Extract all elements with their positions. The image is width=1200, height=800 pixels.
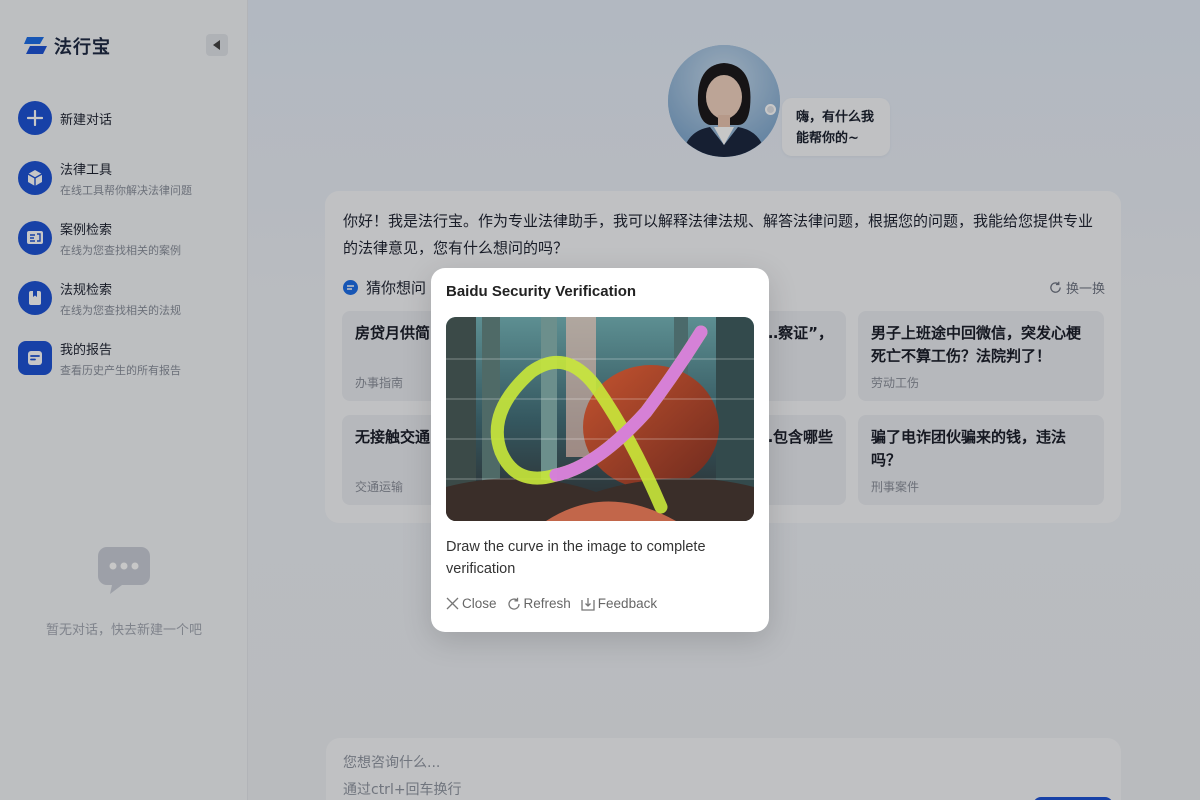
refresh-label: Refresh [523, 596, 571, 611]
security-verification-dialog: Baidu Security Verification Draw the cur… [431, 268, 769, 632]
refresh-icon [507, 597, 520, 610]
feedback-icon [581, 597, 595, 611]
dialog-instruction: Draw the curve in the image to complete … [446, 539, 706, 577]
close-icon [446, 597, 459, 610]
close-label: Close [462, 596, 497, 611]
dialog-title: Baidu Security Verification [446, 283, 637, 300]
captcha-canvas[interactable] [446, 317, 754, 521]
feedback-label: Feedback [597, 596, 658, 611]
feedback-button[interactable]: Feedback [581, 596, 657, 611]
close-button[interactable]: Close [446, 596, 497, 611]
refresh-button[interactable]: Refresh [507, 596, 571, 611]
dialog-actions: Close Refresh Feedback [446, 596, 657, 611]
